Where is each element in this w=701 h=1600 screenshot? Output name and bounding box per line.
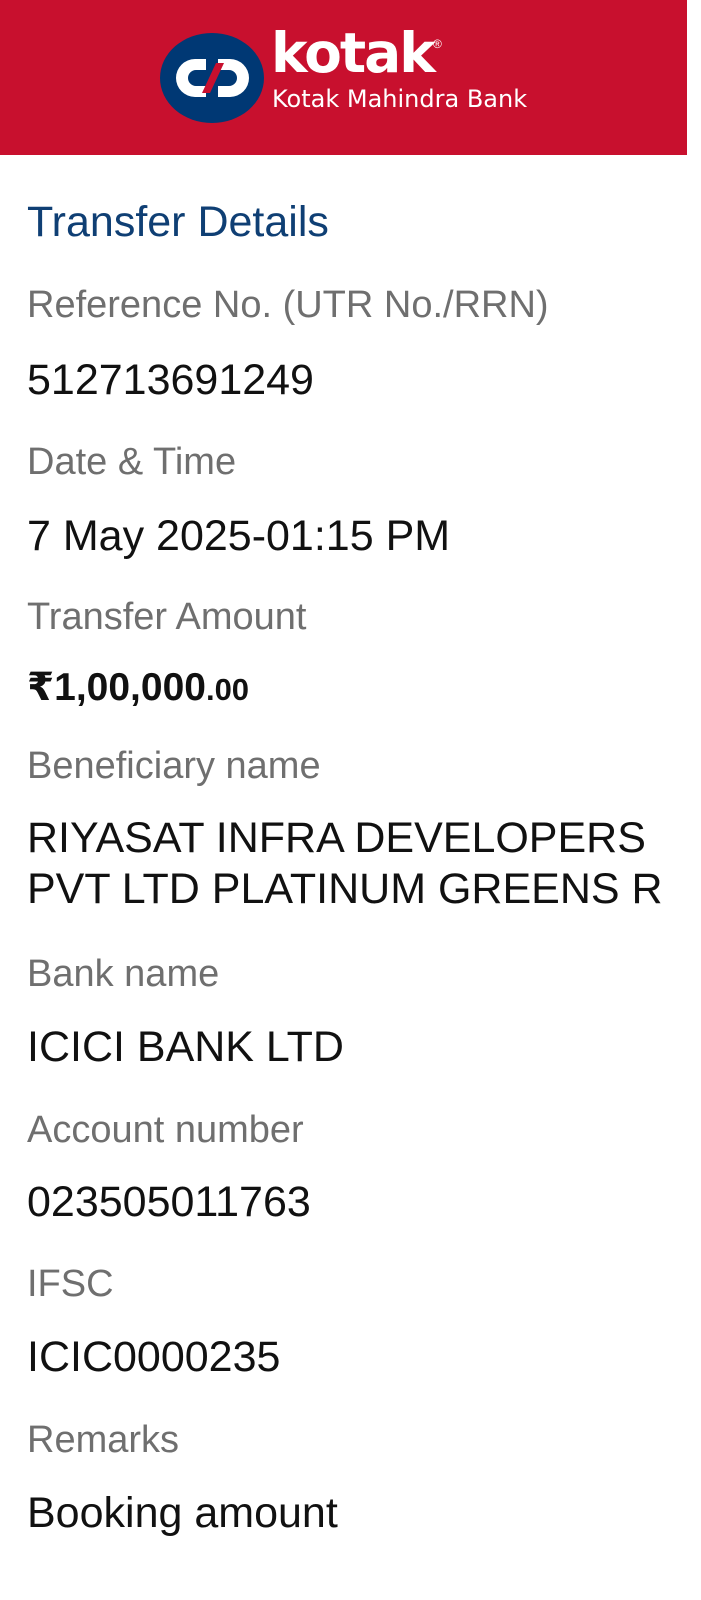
registered-mark: ®: [433, 37, 442, 51]
account-number-label: Account number: [27, 1109, 304, 1151]
transfer-amount-paise: .00: [205, 672, 250, 707]
bank-logo: kotak ® Kotak Mahindra Bank: [160, 26, 560, 128]
reference-value: 512713691249: [27, 356, 314, 404]
transfer-amount-value: ₹1,00,000.00: [27, 666, 250, 710]
beneficiary-label: Beneficiary name: [27, 745, 321, 787]
bank-name-value: ICICI BANK LTD: [27, 1023, 344, 1071]
bank-full-name: Kotak Mahindra Bank: [272, 85, 528, 113]
beneficiary-value: RIYASAT INFRA DEVELOPERS PVT LTD PLATINU…: [27, 814, 663, 913]
brand-wordmark: kotak: [271, 21, 436, 85]
right-edge-strip: [687, 0, 701, 1600]
date-time-value: 7 May 2025-01:15 PM: [27, 512, 451, 560]
date-time-label: Date & Time: [27, 441, 237, 483]
bank-header: kotak ® Kotak Mahindra Bank: [0, 0, 701, 155]
remarks-value: Booking amount: [27, 1489, 338, 1537]
account-number-value: 023505011763: [27, 1178, 311, 1226]
ifsc-label: IFSC: [27, 1263, 114, 1305]
section-title: Transfer Details: [27, 198, 329, 246]
transfer-amount-rupees: ₹1,00,000: [27, 666, 206, 709]
ifsc-value: ICIC0000235: [27, 1333, 281, 1381]
transfer-amount-label: Transfer Amount: [27, 596, 307, 638]
kotak-logo-icon: [160, 33, 264, 123]
reference-label: Reference No. (UTR No./RRN): [27, 284, 549, 326]
remarks-label: Remarks: [27, 1419, 180, 1461]
bank-name-label: Bank name: [27, 953, 220, 995]
